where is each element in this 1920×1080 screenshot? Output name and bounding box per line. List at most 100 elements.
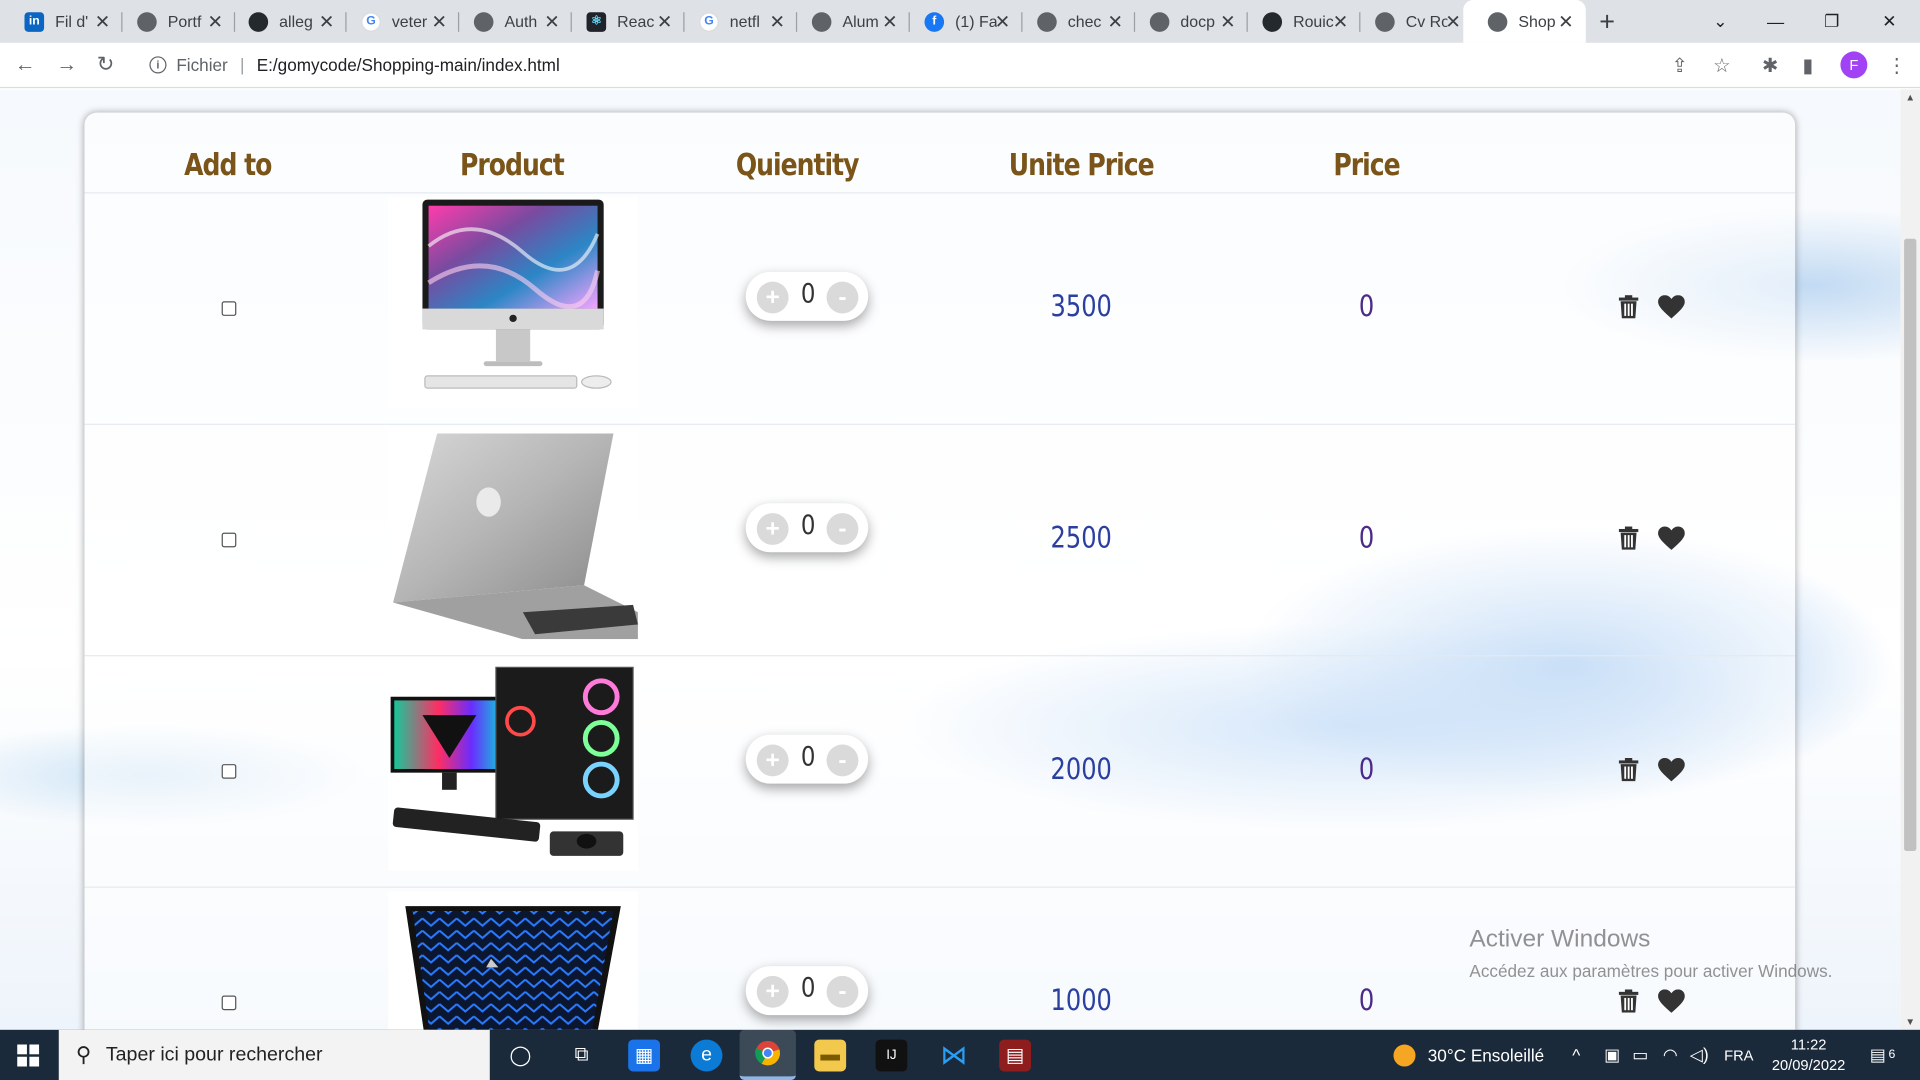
edge-icon[interactable]: e: [690, 1039, 723, 1072]
trash-icon[interactable]: [1618, 295, 1639, 319]
trash-icon[interactable]: [1618, 757, 1639, 782]
share-icon[interactable]: ⇪: [1671, 54, 1687, 78]
add-to-checkbox[interactable]: [221, 301, 237, 316]
time: 11:22: [1790, 1035, 1827, 1054]
vscode-icon[interactable]: ⋈: [938, 1040, 970, 1072]
decrement-button[interactable]: -: [826, 744, 859, 777]
page-viewport: Add to Product Quientity Unite Price Pri…: [0, 89, 1901, 1030]
add-to-checkbox[interactable]: [221, 995, 237, 1011]
price: 0: [1358, 288, 1375, 324]
forward-icon[interactable]: →: [56, 53, 77, 77]
close-icon[interactable]: ✕: [319, 10, 334, 33]
close-icon[interactable]: ✕: [1445, 10, 1460, 33]
increment-button[interactable]: +: [756, 975, 789, 1008]
store-icon[interactable]: ▦: [628, 1039, 661, 1072]
quantity-stepper: + 0 -: [745, 503, 869, 553]
tab-10[interactable]: chec ✕: [1013, 0, 1136, 43]
close-icon[interactable]: ✕: [882, 10, 897, 33]
close-icon[interactable]: ✕: [657, 10, 672, 33]
bookmark-star-icon[interactable]: ☆: [1713, 54, 1731, 78]
close-icon[interactable]: ✕: [95, 10, 110, 33]
decrement-button[interactable]: -: [826, 975, 859, 1008]
close-icon[interactable]: ✕: [432, 10, 447, 33]
tab-2[interactable]: Portf ✕: [113, 0, 236, 43]
tab-14-active[interactable]: Shop ✕: [1463, 0, 1586, 43]
trash-icon[interactable]: [1618, 526, 1639, 550]
winrar-icon[interactable]: ▤: [999, 1039, 1032, 1072]
meet-icon[interactable]: ▣: [1604, 1030, 1620, 1080]
chrome-taskbar-icon[interactable]: [739, 1029, 796, 1080]
menu-kebab-icon[interactable]: ⋮: [1887, 54, 1907, 78]
table-row: + 0 - 2000 0: [84, 656, 1796, 888]
increment-button[interactable]: +: [756, 513, 789, 545]
tab-11[interactable]: docp ✕: [1125, 0, 1248, 43]
close-icon[interactable]: ✕: [995, 10, 1010, 33]
extensions-icon[interactable]: ✱: [1762, 54, 1778, 78]
scroll-down-icon[interactable]: ▼: [1905, 1016, 1915, 1027]
add-to-checkbox[interactable]: [221, 764, 237, 779]
increment-button[interactable]: +: [756, 281, 789, 314]
linkedin-icon: in: [24, 11, 45, 32]
increment-button[interactable]: +: [756, 744, 789, 777]
new-tab-icon[interactable]: +: [1599, 6, 1615, 38]
tab-9[interactable]: f (1) Fa ✕: [900, 0, 1023, 43]
file-explorer-icon[interactable]: ▬: [814, 1039, 847, 1072]
scroll-up-icon[interactable]: ▲: [1905, 92, 1915, 103]
decrement-button[interactable]: -: [826, 513, 859, 545]
url-text[interactable]: E:/gomycode/Shopping-main/index.html: [257, 55, 560, 75]
tab-7[interactable]: G netfl ✕: [675, 0, 798, 43]
cortana-icon[interactable]: ◯: [504, 1040, 536, 1072]
address-bar[interactable]: i Fichier | E:/gomycode/Shopping-main/in…: [134, 46, 1715, 84]
tab-search-icon[interactable]: ⌄: [1692, 0, 1748, 43]
tab-13[interactable]: Cv Ro ✕: [1351, 0, 1473, 43]
page-scrollbar[interactable]: ▲ ▼: [1900, 89, 1920, 1030]
task-view-icon[interactable]: ⧉: [566, 1040, 598, 1072]
close-icon[interactable]: ✕: [1107, 10, 1122, 33]
product-image-gaming-pc: [388, 660, 638, 871]
tab-1[interactable]: in Fil d' ✕: [0, 0, 123, 43]
globe-icon: [811, 11, 832, 32]
close-icon[interactable]: ✕: [1333, 10, 1348, 33]
taskbar-search-box[interactable]: ⚲ Taper ici pour rechercher: [58, 1029, 490, 1080]
language-indicator[interactable]: FRA: [1724, 1030, 1753, 1080]
close-icon[interactable]: ✕: [1558, 10, 1573, 33]
tab-6[interactable]: ⚛ Reac ✕: [562, 0, 685, 43]
minimize-icon[interactable]: —: [1747, 0, 1803, 43]
tab-3[interactable]: alleg ✕: [224, 0, 347, 43]
info-icon[interactable]: i: [149, 56, 167, 74]
volume-icon[interactable]: ◁): [1690, 1030, 1709, 1080]
trash-icon[interactable]: [1618, 989, 1639, 1013]
tray-chevron-icon[interactable]: ^: [1572, 1030, 1580, 1080]
google-icon: G: [361, 11, 381, 32]
windows-start-icon[interactable]: [17, 1044, 40, 1067]
scrollbar-thumb[interactable]: [1904, 238, 1917, 852]
tab-5[interactable]: Auth ✕: [449, 0, 572, 43]
heart-icon[interactable]: [1658, 295, 1685, 319]
battery-icon[interactable]: ▭: [1632, 1030, 1648, 1080]
notifications-button[interactable]: ▤ 6: [1870, 1030, 1895, 1080]
decrement-button[interactable]: -: [826, 281, 859, 314]
side-panel-icon[interactable]: ▮: [1802, 54, 1813, 78]
profile-avatar[interactable]: F: [1840, 51, 1868, 79]
browser-toolbar: ← → ↻ i Fichier | E:/gomycode/Shopping-m…: [0, 42, 1920, 89]
reload-icon[interactable]: ↻: [97, 53, 114, 77]
back-icon[interactable]: ←: [15, 53, 36, 77]
quantity-value: 0: [800, 279, 816, 310]
tab-8[interactable]: Alum ✕: [787, 0, 910, 43]
weather-widget[interactable]: 30°C Ensoleillé: [1393, 1030, 1544, 1080]
add-to-checkbox[interactable]: [221, 532, 237, 548]
restore-icon[interactable]: ❐: [1804, 0, 1860, 43]
intellij-icon[interactable]: IJ: [875, 1039, 908, 1072]
heart-icon[interactable]: [1658, 757, 1685, 782]
heart-icon[interactable]: [1658, 989, 1685, 1013]
heart-icon[interactable]: [1658, 526, 1685, 551]
close-icon[interactable]: ✕: [770, 10, 785, 33]
close-icon[interactable]: ✕: [1220, 10, 1235, 33]
close-icon[interactable]: ✕: [207, 10, 222, 33]
close-icon[interactable]: ✕: [544, 10, 559, 33]
tab-12[interactable]: Rouic ✕: [1238, 0, 1361, 43]
tab-4[interactable]: G veter ✕: [337, 0, 460, 43]
close-window-icon[interactable]: ✕: [1861, 0, 1917, 43]
wifi-icon[interactable]: ◠: [1663, 1030, 1678, 1080]
clock[interactable]: 11:22 20/09/2022: [1761, 1035, 1857, 1077]
